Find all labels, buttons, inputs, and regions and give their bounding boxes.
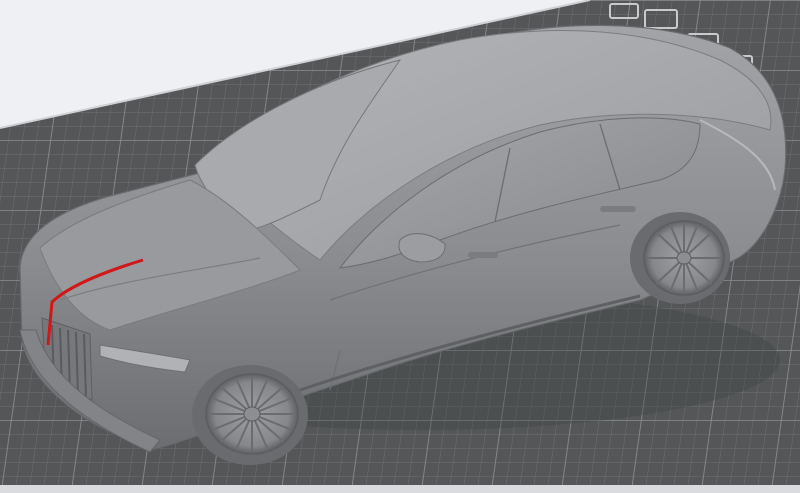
- front-wheel: [192, 365, 308, 465]
- plate-bottom-edge: [0, 485, 800, 493]
- rear-wheel: [630, 212, 730, 304]
- door-handle: [468, 252, 498, 258]
- door-handle: [600, 206, 636, 212]
- 3d-scene[interactable]: [0, 0, 800, 493]
- 3d-viewport[interactable]: [0, 0, 800, 493]
